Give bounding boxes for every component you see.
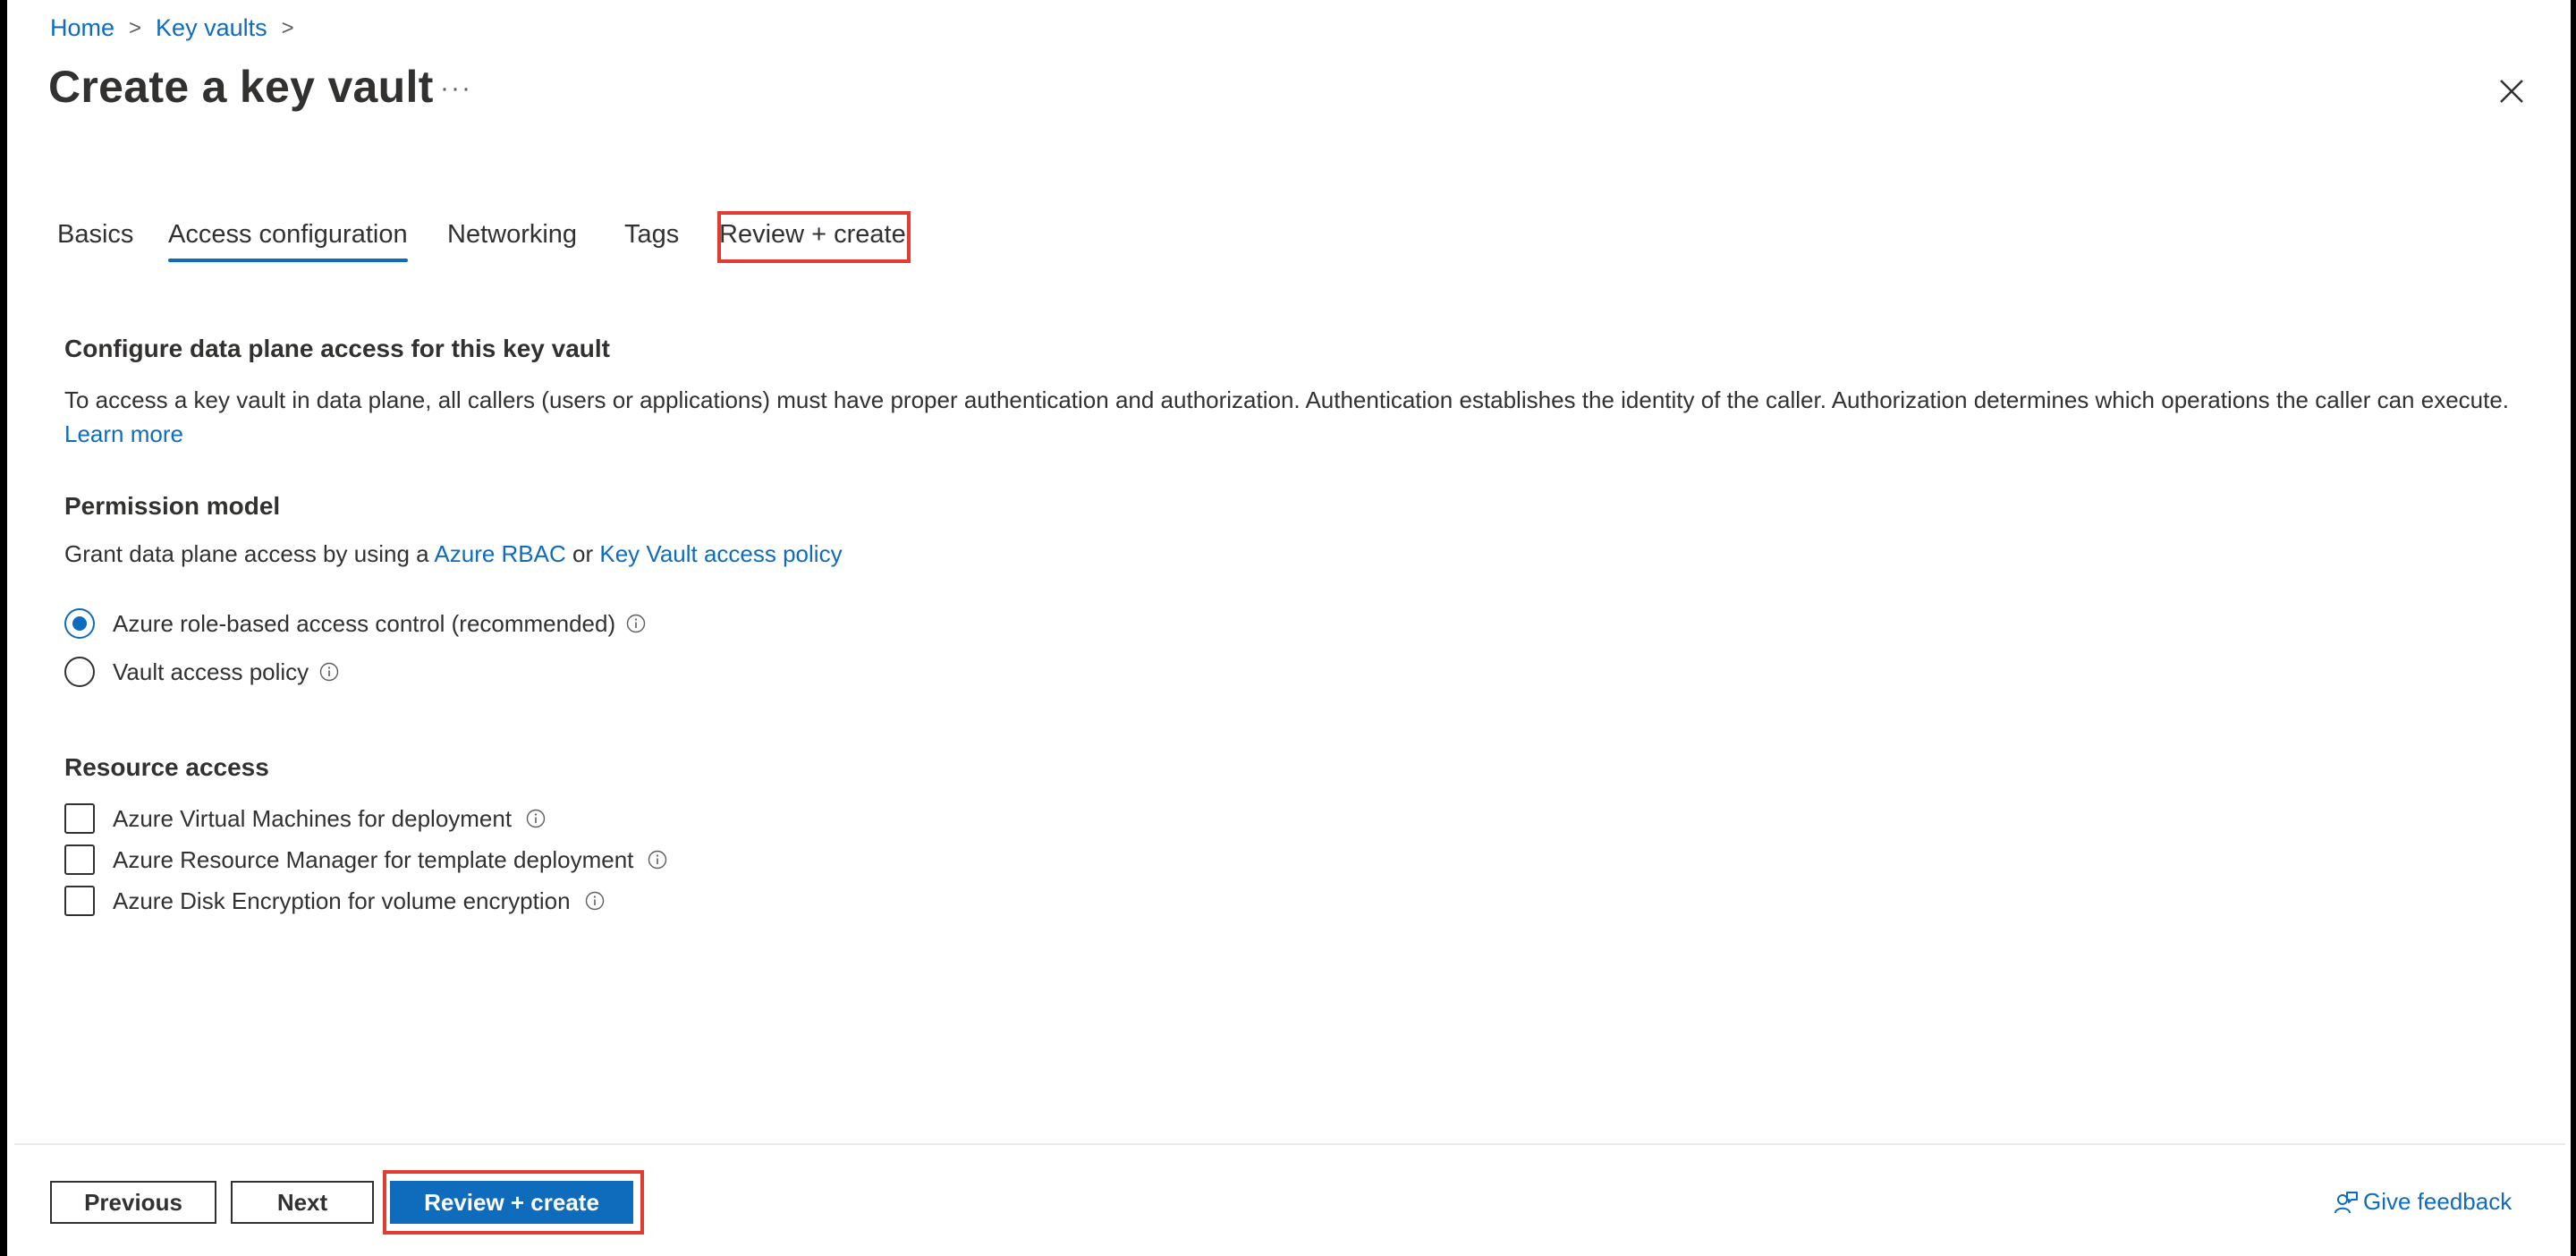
tab-bar: Basics Access configuration Networking T… bbox=[7, 208, 1080, 265]
feedback-icon bbox=[2334, 1191, 2358, 1213]
checkbox-option-virtual-machines[interactable]: Azure Virtual Machines for deployment bbox=[64, 803, 546, 834]
tab-networking[interactable]: Networking bbox=[447, 220, 577, 250]
virtual-machines-checkbox[interactable] bbox=[64, 803, 95, 834]
breadcrumb-home-link[interactable]: Home bbox=[50, 14, 114, 42]
radio-option-rbac[interactable]: Azure role-based access control (recomme… bbox=[64, 608, 646, 639]
access-description: To access a key vault in data plane, all… bbox=[64, 383, 2533, 451]
footer-divider bbox=[14, 1143, 2565, 1145]
info-icon[interactable] bbox=[319, 662, 339, 682]
permission-model-heading: Permission model bbox=[64, 492, 281, 520]
give-feedback-link[interactable]: Give feedback bbox=[2333, 1188, 2512, 1216]
info-icon[interactable] bbox=[626, 614, 646, 633]
tab-review-create-highlight bbox=[717, 211, 911, 263]
access-description-text: To access a key vault in data plane, all… bbox=[64, 386, 2510, 413]
info-icon[interactable] bbox=[648, 850, 667, 870]
radio-option-vault-access-policy[interactable]: Vault access policy bbox=[64, 657, 339, 687]
rbac-radio-label: Azure role-based access control (recomme… bbox=[113, 609, 616, 637]
virtual-machines-checkbox-label: Azure Virtual Machines for deployment bbox=[113, 804, 513, 832]
azure-rbac-link[interactable]: Azure RBAC bbox=[434, 540, 565, 567]
resource-access-heading: Resource access bbox=[64, 753, 269, 781]
key-vault-access-policy-link[interactable]: Key Vault access policy bbox=[599, 540, 842, 567]
checkbox-option-resource-manager[interactable]: Azure Resource Manager for template depl… bbox=[64, 844, 667, 875]
resource-manager-checkbox-label: Azure Resource Manager for template depl… bbox=[113, 845, 634, 873]
rbac-radio[interactable] bbox=[64, 608, 95, 639]
page-title: Create a key vault bbox=[48, 62, 434, 112]
disk-encryption-checkbox[interactable] bbox=[64, 886, 95, 916]
previous-button[interactable]: Previous bbox=[50, 1181, 216, 1224]
chevron-right-icon: > bbox=[281, 15, 294, 40]
info-icon[interactable] bbox=[526, 809, 546, 828]
resource-manager-checkbox[interactable] bbox=[64, 844, 95, 875]
close-icon[interactable] bbox=[2494, 73, 2529, 109]
breadcrumb: Home > Key vaults > bbox=[50, 14, 309, 42]
learn-more-link[interactable]: Learn more bbox=[64, 420, 183, 447]
disk-encryption-checkbox-label: Azure Disk Encryption for volume encrypt… bbox=[113, 887, 571, 914]
vault-access-policy-radio[interactable] bbox=[64, 657, 95, 687]
chevron-right-icon: > bbox=[129, 15, 142, 40]
grant-or: or bbox=[572, 540, 594, 567]
info-icon[interactable] bbox=[585, 891, 605, 911]
give-feedback-label: Give feedback bbox=[2363, 1188, 2512, 1215]
grant-text: Grant data plane access by using a Azure… bbox=[64, 540, 843, 568]
breadcrumb-key-vaults-link[interactable]: Key vaults bbox=[156, 14, 267, 42]
next-button[interactable]: Next bbox=[231, 1181, 374, 1224]
grant-prefix: Grant data plane access by using a bbox=[64, 540, 429, 567]
tab-access-configuration[interactable]: Access configuration bbox=[168, 220, 408, 262]
access-heading: Configure data plane access for this key… bbox=[64, 335, 610, 362]
tab-tags[interactable]: Tags bbox=[624, 220, 679, 250]
checkbox-option-disk-encryption[interactable]: Azure Disk Encryption for volume encrypt… bbox=[64, 886, 605, 916]
tab-basics[interactable]: Basics bbox=[57, 220, 133, 250]
more-options-button[interactable]: ··· bbox=[440, 73, 472, 104]
create-key-vault-blade: Home > Key vaults > Create a key vault ·… bbox=[0, 0, 2576, 1256]
vault-access-policy-radio-label: Vault access policy bbox=[113, 658, 309, 685]
review-create-button-highlight bbox=[383, 1170, 644, 1235]
